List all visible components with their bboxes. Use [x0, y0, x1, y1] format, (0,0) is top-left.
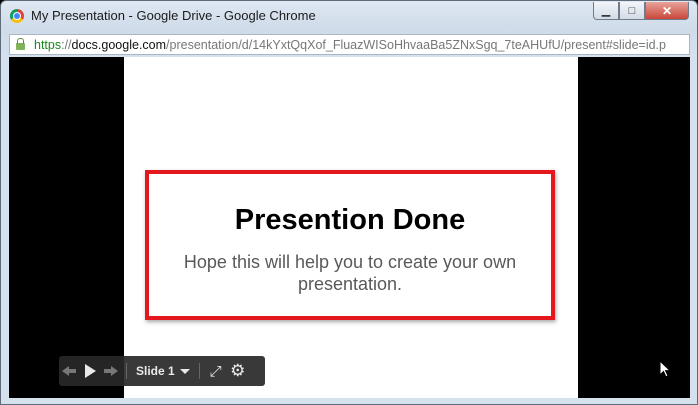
slide-title: Presention Done [234, 204, 466, 236]
maximize-button[interactable]: □ [619, 2, 645, 20]
window-title: My Presentation - Google Drive - Google … [31, 8, 316, 23]
url-host: docs.google.com [71, 38, 167, 52]
next-arrow-icon[interactable] [101, 356, 121, 386]
chrome-logo-icon [10, 9, 24, 23]
browser-window: My Presentation - Google Drive - Google … [0, 0, 698, 405]
minimize-button[interactable]: ▁ [593, 2, 619, 20]
url-path: /presentation/d/14kYxtQqXof_FluazWISoHhv… [166, 38, 666, 52]
title-bar[interactable]: My Presentation - Google Drive - Google … [1, 1, 697, 31]
slide-selector[interactable]: Slide 1 [132, 356, 194, 386]
prev-arrow-icon[interactable] [59, 356, 79, 386]
address-bar[interactable]: https://docs.google.com/presentation/d/1… [9, 34, 690, 55]
url-scheme: https [34, 38, 62, 52]
url-text[interactable]: https://docs.google.com/presentation/d/1… [34, 38, 666, 52]
controls-divider [126, 363, 127, 379]
chevron-down-icon [179, 368, 190, 374]
slide-subtitle: Hope this will help you to create your o… [183, 252, 517, 294]
play-icon[interactable] [79, 356, 101, 386]
presentation-viewport: Presention Done Hope this will help you … [9, 57, 690, 398]
slide-text-box: Presention Done Hope this will help you … [145, 170, 555, 320]
lock-icon [16, 38, 25, 50]
slide-selector-label: Slide 1 [136, 364, 175, 378]
slide[interactable]: Presention Done Hope this will help you … [124, 57, 578, 398]
fullscreen-icon[interactable]: ⤢ [205, 356, 227, 386]
url-separator: :// [61, 38, 72, 52]
gear-icon[interactable]: ⚙ [227, 356, 249, 386]
close-button[interactable]: ✕ [645, 2, 689, 20]
controls-divider-2 [198, 363, 200, 379]
presenter-controls: Slide 1 ⤢ ⚙ [59, 356, 265, 386]
window-controls: ▁ □ ✕ [593, 2, 689, 21]
